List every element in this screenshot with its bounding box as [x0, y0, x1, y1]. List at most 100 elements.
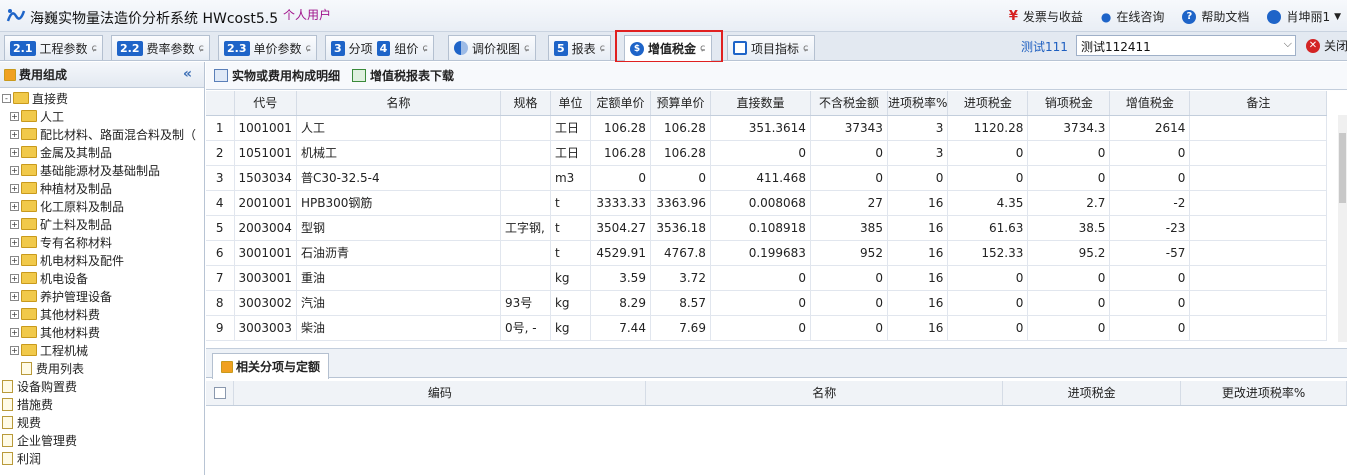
- tree-node[interactable]: 措施费: [0, 395, 204, 413]
- table-cell[interactable]: 351.3614: [710, 115, 811, 141]
- column-header[interactable]: 进项税率%: [887, 91, 949, 116]
- table-cell[interactable]: 3001001: [234, 240, 297, 266]
- invoice-link[interactable]: ¥ 发票与收益: [1009, 8, 1083, 25]
- table-cell[interactable]: t: [550, 240, 591, 266]
- tab-vat[interactable]: $ 增值税金 ɕ: [624, 35, 712, 61]
- tab-project-indicators[interactable]: 项目指标 ɕ: [727, 35, 815, 60]
- tab-unit-price-params[interactable]: 2.3 单价参数 ɕ: [218, 35, 318, 60]
- close-project-button[interactable]: ✕ 关闭: [1306, 37, 1347, 54]
- table-cell[interactable]: 37343: [810, 115, 888, 141]
- table-cell[interactable]: 3.72: [650, 265, 711, 291]
- table-cell[interactable]: 0: [947, 140, 1029, 166]
- tab-price-adjust-view[interactable]: 调价视图 ɕ: [448, 35, 536, 60]
- table-cell[interactable]: 3: [887, 140, 949, 166]
- column-header[interactable]: 备注: [1189, 91, 1328, 116]
- table-cell[interactable]: kg: [550, 315, 591, 341]
- table-cell[interactable]: kg: [550, 290, 591, 316]
- expand-node-icon[interactable]: +: [10, 219, 19, 229]
- table-cell[interactable]: 2001001: [234, 190, 297, 216]
- table-cell[interactable]: 0: [947, 290, 1029, 316]
- tree-node[interactable]: + 配比材料、路面混合料及制（: [0, 125, 204, 143]
- grid-scrollbar[interactable]: [1338, 115, 1347, 342]
- table-cell[interactable]: 0: [1027, 290, 1111, 316]
- table-cell[interactable]: 16: [887, 240, 949, 266]
- user-menu[interactable]: 肖坤丽1 ▼: [1267, 8, 1341, 25]
- tab-rate-params[interactable]: 2.2 费率参数 ɕ: [111, 35, 211, 60]
- table-cell[interactable]: 0: [810, 315, 888, 341]
- table-cell[interactable]: [500, 140, 551, 166]
- table-cell[interactable]: [1189, 240, 1328, 266]
- table-cell[interactable]: 3734.3: [1027, 115, 1111, 141]
- column-header[interactable]: 不含税金额: [810, 91, 888, 116]
- table-cell[interactable]: 1120.28: [947, 115, 1029, 141]
- table-cell[interactable]: 0: [1027, 315, 1111, 341]
- table-cell[interactable]: 106.28: [590, 140, 651, 166]
- help-docs-link[interactable]: ? 帮助文档: [1182, 8, 1249, 25]
- table-cell[interactable]: 0: [1109, 315, 1191, 341]
- cost-detail-button[interactable]: 实物或费用构成明细: [214, 67, 340, 84]
- collapse-node-icon[interactable]: -: [2, 93, 11, 103]
- table-cell[interactable]: 93号: [500, 290, 551, 316]
- tree-node[interactable]: + 矿土料及制品: [0, 215, 204, 233]
- tree-node[interactable]: 企业管理费: [0, 431, 204, 449]
- table-cell[interactable]: 0: [1109, 165, 1191, 191]
- table-cell[interactable]: 411.468: [710, 165, 811, 191]
- table-cell[interactable]: 2003004: [234, 215, 297, 241]
- table-cell[interactable]: -2: [1109, 190, 1191, 216]
- table-cell[interactable]: 0: [1109, 290, 1191, 316]
- column-header[interactable]: 销项税金: [1027, 91, 1111, 116]
- tree-node[interactable]: + 其他材料费: [0, 305, 204, 323]
- table-cell[interactable]: -23: [1109, 215, 1191, 241]
- table-cell[interactable]: [1189, 140, 1328, 166]
- table-cell[interactable]: 人工: [296, 115, 501, 141]
- table-cell[interactable]: -57: [1109, 240, 1191, 266]
- expand-node-icon[interactable]: +: [10, 309, 19, 319]
- table-cell[interactable]: 柴油: [296, 315, 501, 341]
- column-header[interactable]: 预算单价: [650, 91, 711, 116]
- table-cell[interactable]: [1189, 115, 1328, 141]
- table-cell[interactable]: 952: [810, 240, 888, 266]
- expand-node-icon[interactable]: +: [10, 291, 19, 301]
- tree-node[interactable]: + 金属及其制品: [0, 143, 204, 161]
- table-cell[interactable]: HPB300钢筋: [296, 190, 501, 216]
- tree-node[interactable]: 规费: [0, 413, 204, 431]
- table-row[interactable]: 5 2003004 型钢 工字钢, t 3504.27 3536.18 0.108918 385…: [206, 215, 1328, 241]
- table-cell[interactable]: 3003001: [234, 265, 297, 291]
- table-cell[interactable]: 0: [590, 165, 651, 191]
- table-cell[interactable]: 0: [810, 140, 888, 166]
- table-cell[interactable]: 8.29: [590, 290, 651, 316]
- table-cell[interactable]: 工日: [550, 140, 591, 166]
- column-header[interactable]: 进项税金: [947, 91, 1029, 116]
- table-cell[interactable]: [1189, 215, 1328, 241]
- table-cell[interactable]: 0: [810, 265, 888, 291]
- column-header[interactable]: [206, 91, 235, 116]
- table-cell[interactable]: 0: [1109, 140, 1191, 166]
- scrollbar-thumb[interactable]: [1339, 133, 1346, 203]
- tree-node[interactable]: 设备购置费: [0, 377, 204, 395]
- table-cell[interactable]: 3536.18: [650, 215, 711, 241]
- table-row[interactable]: 6 3001001 石油沥青 t 4529.91 4767.8 0.199683 952 16 1…: [206, 240, 1328, 266]
- tree-node[interactable]: + 化工原料及制品: [0, 197, 204, 215]
- column-header[interactable]: 名称: [296, 91, 501, 116]
- table-cell[interactable]: 0: [710, 290, 811, 316]
- table-cell[interactable]: 0.199683: [710, 240, 811, 266]
- table-cell[interactable]: 3504.27: [590, 215, 651, 241]
- table-row[interactable]: 3 1503034 普C30-32.5-4 m3 0 0 411.468 0 0 0 0 0: [206, 165, 1328, 191]
- tab-reports[interactable]: 5 报表 ɕ: [548, 35, 612, 60]
- table-cell[interactable]: 7.44: [590, 315, 651, 341]
- online-support-link[interactable]: ● 在线咨询: [1101, 8, 1165, 25]
- expand-node-icon[interactable]: +: [10, 147, 19, 157]
- checkbox-icon[interactable]: [213, 387, 226, 400]
- table-cell[interactable]: 4767.8: [650, 240, 711, 266]
- table-cell[interactable]: 0: [710, 265, 811, 291]
- tree-node[interactable]: + 专有名称材料: [0, 233, 204, 251]
- tab-related-items[interactable]: 相关分项与定额: [212, 353, 330, 379]
- column-header[interactable]: 单位: [550, 91, 591, 116]
- expand-node-icon[interactable]: +: [10, 345, 19, 355]
- table-cell[interactable]: 0: [1027, 265, 1111, 291]
- table-cell[interactable]: 16: [887, 190, 949, 216]
- table-cell[interactable]: 石油沥青: [296, 240, 501, 266]
- table-cell[interactable]: 0: [810, 165, 888, 191]
- column-header[interactable]: 增值税金: [1109, 91, 1191, 116]
- column-header[interactable]: 规格: [500, 91, 551, 116]
